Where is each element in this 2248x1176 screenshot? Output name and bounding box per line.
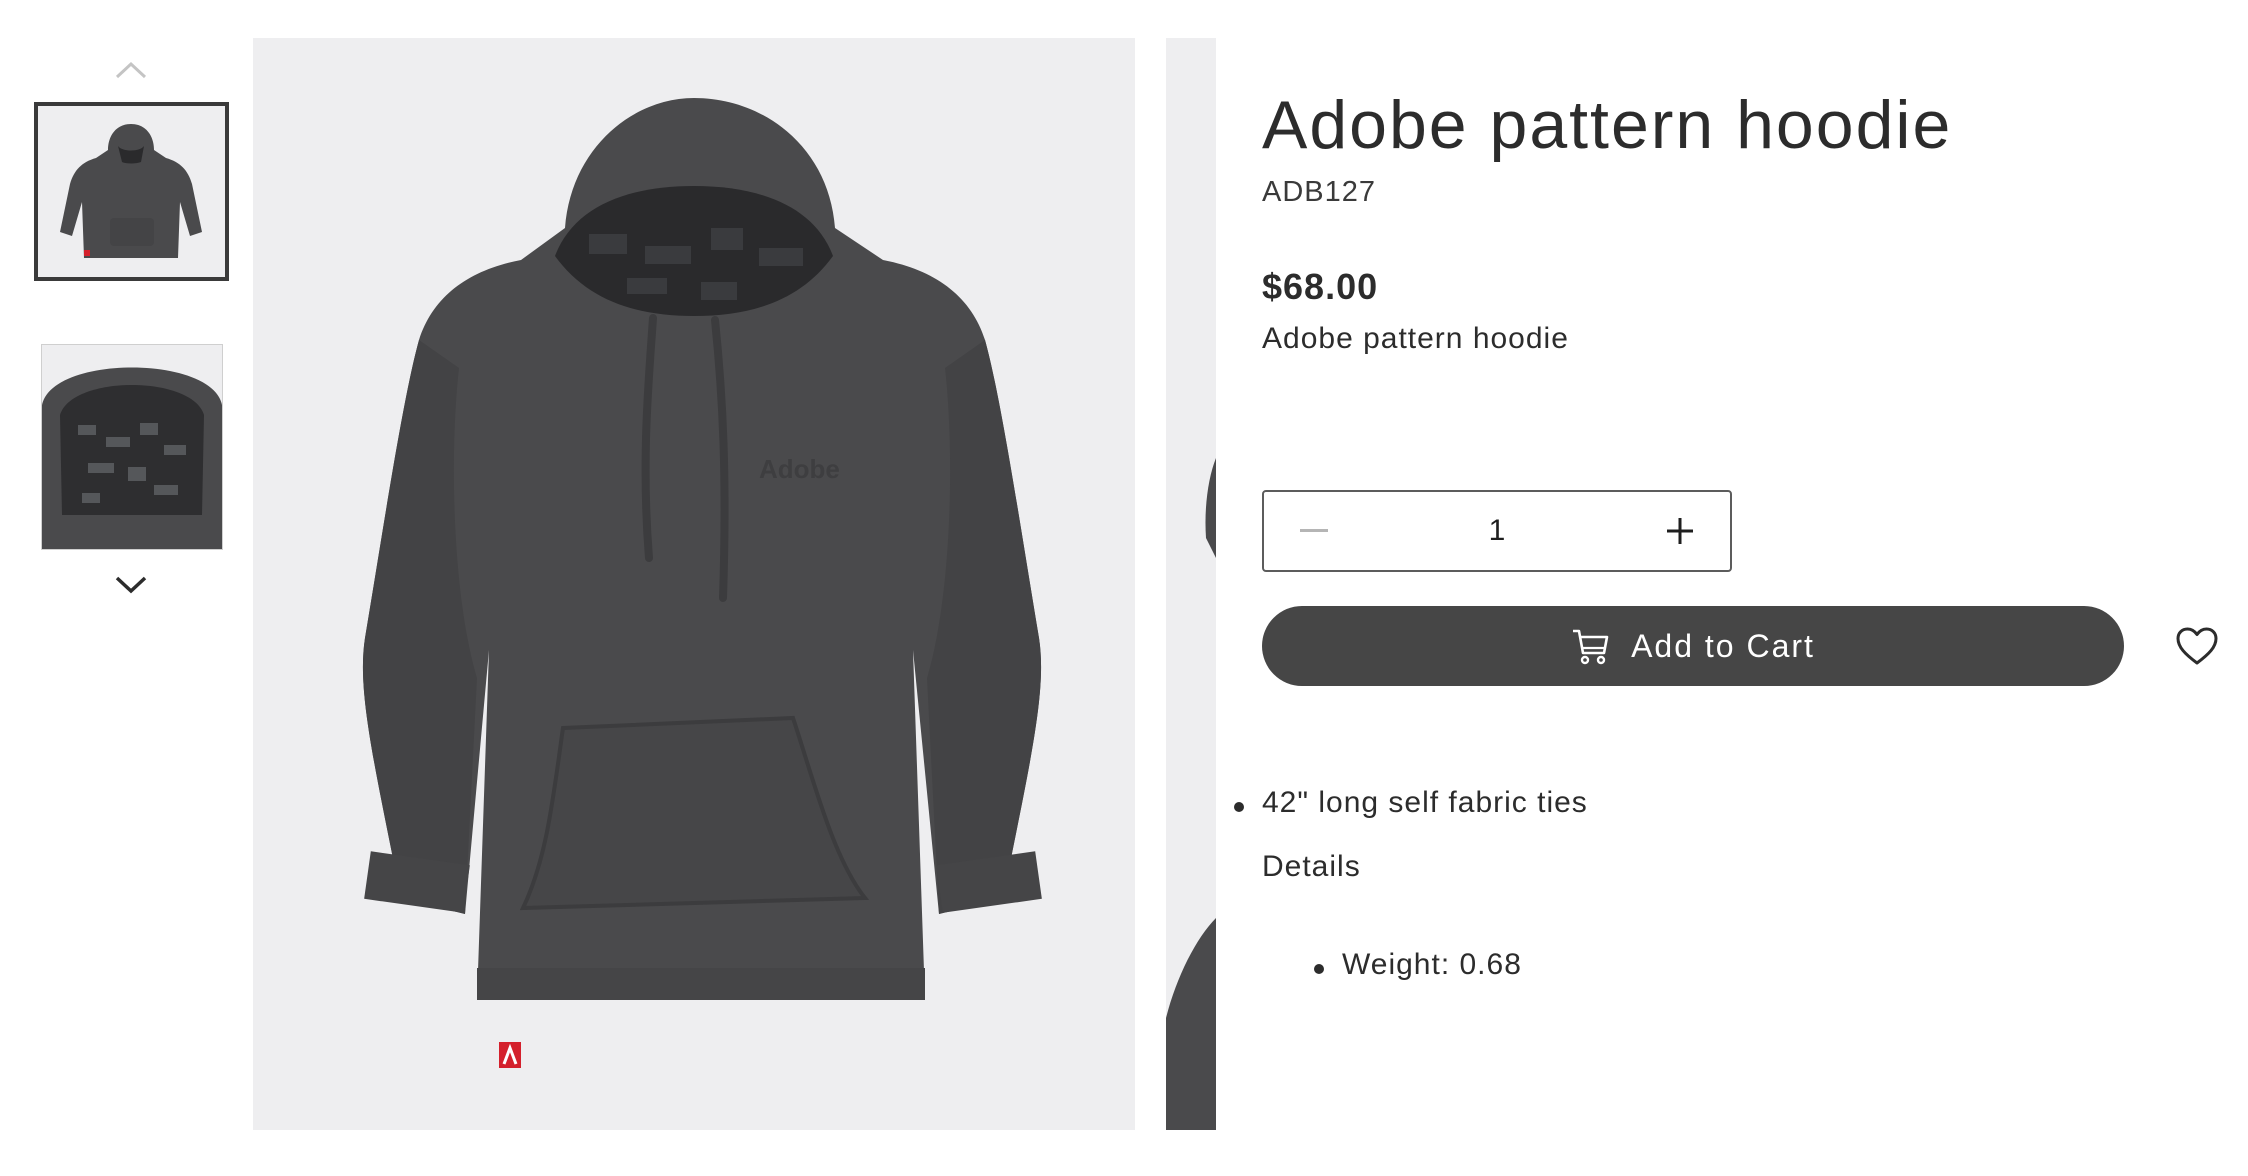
feature-text: 42" long self fabric ties — [1262, 786, 1588, 819]
bullet-icon — [1234, 802, 1244, 812]
quantity-decrement-button[interactable] — [1264, 492, 1364, 570]
details-list-item: Weight: 0.68 — [1312, 948, 1522, 982]
details-text: Weight: 0.68 — [1342, 948, 1522, 981]
add-to-cart-label: Add to Cart — [1631, 627, 1815, 664]
product-short-description: Adobe pattern hoodie — [1262, 322, 1569, 355]
minus-icon — [1300, 529, 1328, 532]
quantity-input[interactable]: 1 — [1364, 514, 1630, 548]
quantity-increment-button[interactable] — [1630, 492, 1730, 570]
product-price: $68.00 — [1262, 266, 1379, 307]
details-list: Weight: 0.68 — [1312, 948, 1522, 982]
feature-list: 42" long self fabric ties — [1232, 786, 1588, 820]
bullet-icon — [1314, 964, 1324, 974]
plus-icon — [1667, 518, 1693, 544]
thumbnail-scroll-down-button[interactable] — [34, 564, 228, 604]
hoodie-hood-detail-thumbnail[interactable] — [41, 344, 223, 550]
hoodie-front-thumbnail[interactable] — [34, 102, 229, 281]
next-product-image-peek[interactable] — [1166, 38, 1216, 1130]
feature-list-item: 42" long self fabric ties — [1232, 786, 1588, 820]
thumbnail-scroll-up-button[interactable] — [34, 50, 228, 90]
main-product-image[interactable]: Adobe — [253, 38, 1135, 1130]
chevron-down-icon — [115, 576, 147, 594]
cart-icon — [1573, 629, 1609, 665]
details-heading: Details — [1262, 850, 1361, 883]
product-title: Adobe pattern hoodie — [1262, 87, 1953, 163]
add-to-cart-button[interactable]: Add to Cart — [1262, 606, 2124, 686]
heart-icon — [2176, 627, 2218, 665]
add-to-wishlist-button[interactable] — [2173, 622, 2221, 670]
hoodie-chest-logo: Adobe — [759, 454, 840, 484]
product-page: Adobe Adobe pattern hoodie ADB127 $68.00… — [0, 0, 2248, 1176]
chevron-up-icon — [115, 61, 147, 79]
product-sku: ADB127 — [1262, 176, 1377, 208]
quantity-stepper: 1 — [1262, 490, 1732, 572]
